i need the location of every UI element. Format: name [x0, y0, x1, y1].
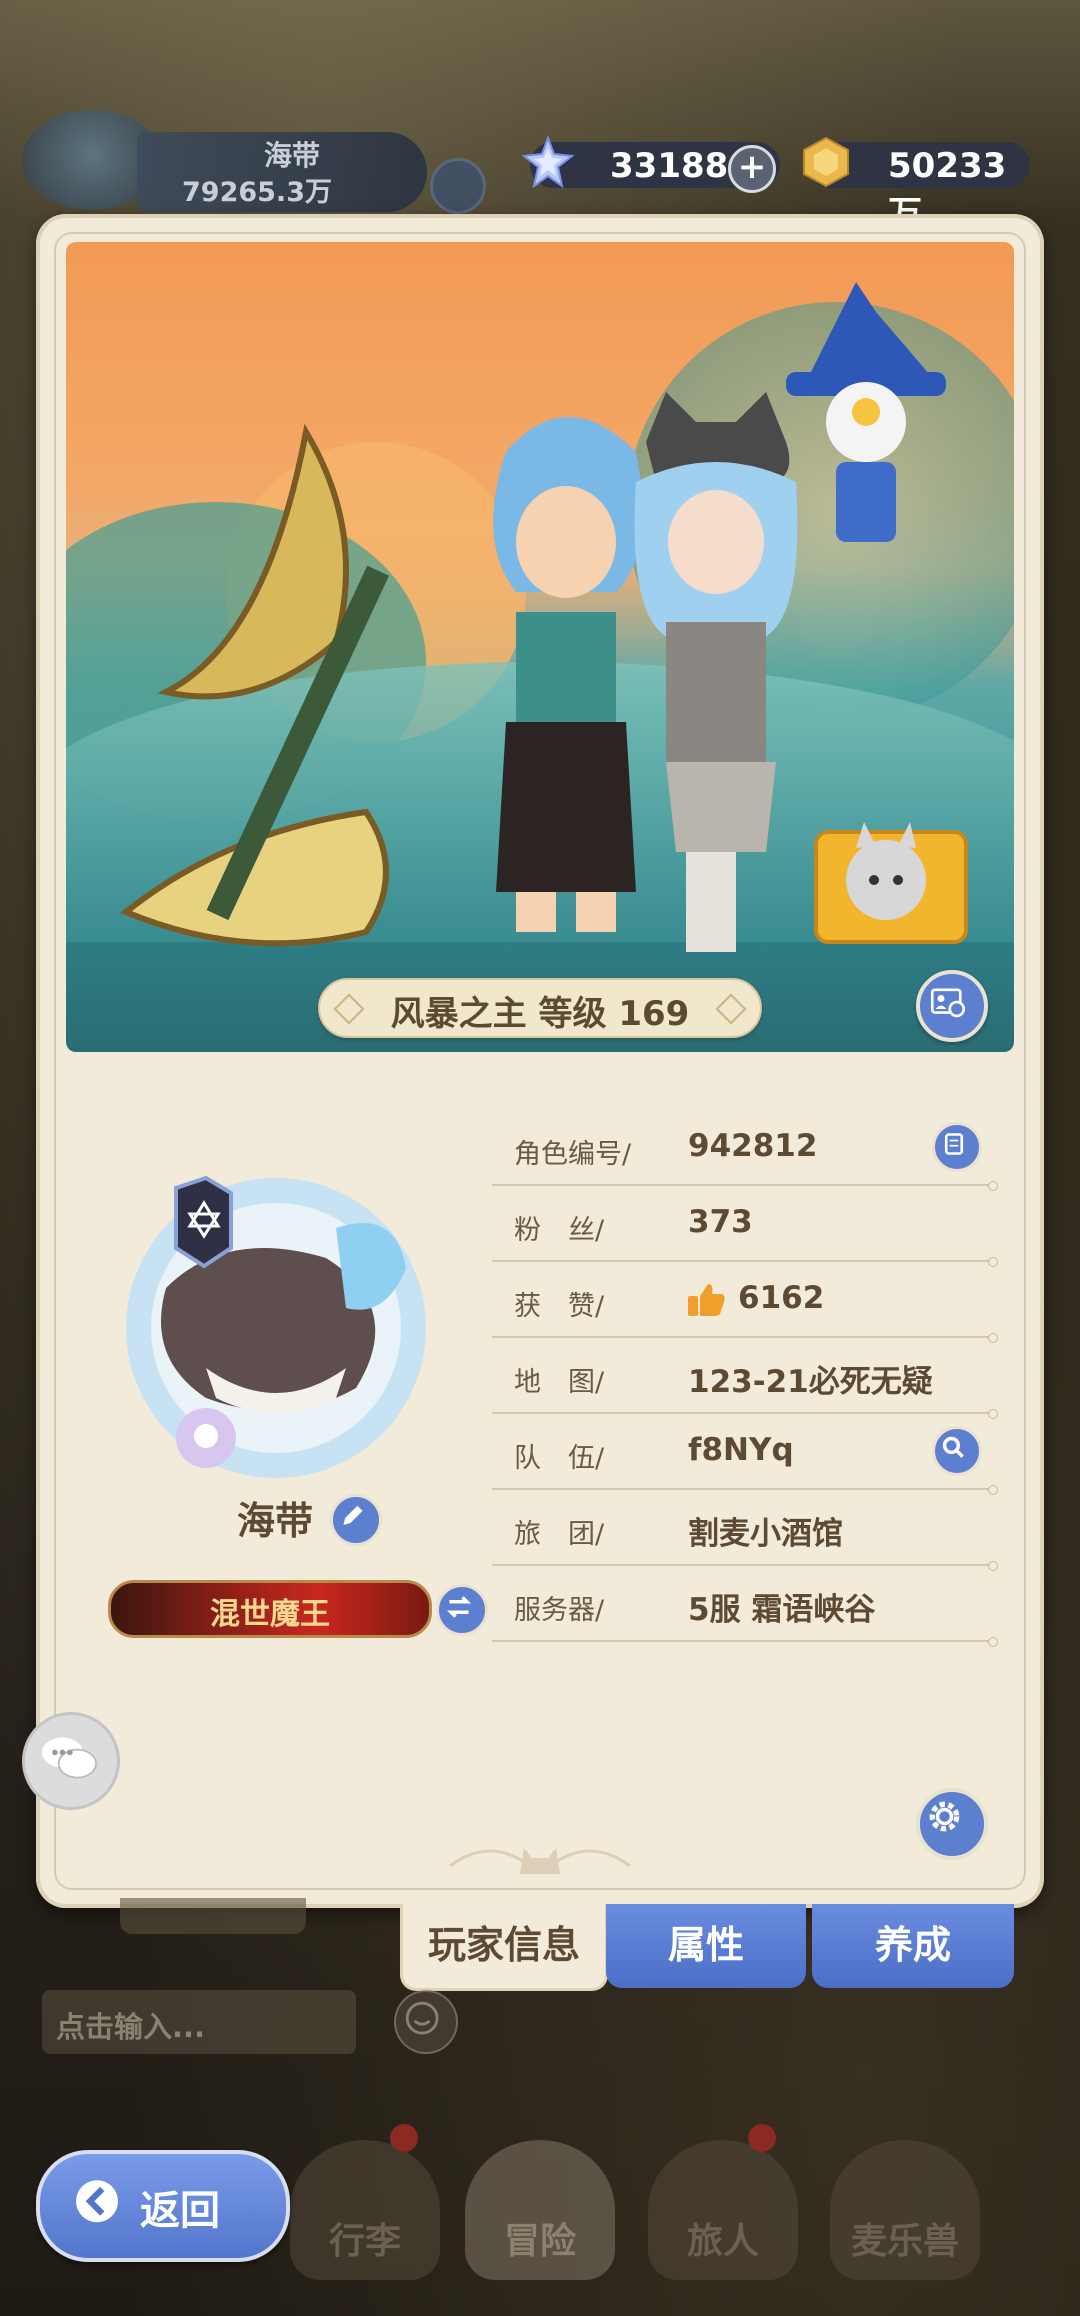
level-value: 169: [618, 994, 690, 1034]
companion-character-art: [634, 392, 798, 952]
level-title-pill: 风暴之主 等级 169: [318, 978, 762, 1038]
chat-input[interactable]: 点击输入...: [42, 1990, 356, 2054]
info-row-role-id: 角色编号/ 942812: [492, 1110, 998, 1191]
info-row-server: 服务器/ 5服 霜语峡谷: [492, 1566, 998, 1647]
profile-nickname: 海带: [236, 1499, 313, 1543]
player-portrait: [126, 1175, 426, 1478]
swap-title-button[interactable]: [436, 1584, 488, 1636]
character-showcase: [66, 242, 1014, 1052]
player-chip[interactable]: 海带 79265.3万: [22, 110, 427, 212]
info-row-likes: 获 赞/ 6162: [492, 1262, 998, 1343]
nav-luggage[interactable]: 行李: [290, 2120, 440, 2280]
gold-counter: 50233万: [803, 136, 1030, 234]
badge-dot: [390, 2124, 418, 2152]
info-row-map: 地 图/ 123-21必死无疑: [492, 1338, 998, 1419]
settings-button[interactable]: [916, 1788, 988, 1860]
back-label: 返回: [140, 2188, 220, 2234]
nav-pets[interactable]: 麦乐兽: [830, 2120, 980, 2280]
emoji-icon: [405, 2001, 439, 2035]
chat-button[interactable]: [22, 1712, 120, 1810]
badge-dot: [748, 2124, 776, 2152]
title-badge-text: 混世魔王: [210, 1597, 330, 1632]
swap-icon: [446, 1596, 472, 1618]
search-team-button[interactable]: [932, 1426, 982, 1476]
search-icon: [942, 1436, 964, 1458]
thumb-up-icon: [688, 1284, 725, 1316]
edit-name-button[interactable]: [330, 1494, 382, 1546]
player-title: 风暴之主: [390, 994, 527, 1034]
id-card-button[interactable]: [916, 970, 988, 1042]
cat-ornament-decoration: [449, 1848, 631, 1874]
tab-player-info[interactable]: 玩家信息: [400, 1904, 608, 1991]
copy-icon: [944, 1133, 964, 1155]
chat-icon: [41, 1737, 97, 1779]
nav-adventure[interactable]: 冒险: [465, 2120, 615, 2280]
title-badge[interactable]: 混世魔王: [108, 1580, 432, 1638]
back-arrow-icon: [76, 2180, 118, 2223]
player-name: 海带: [263, 139, 320, 172]
player-power: 79265.3万: [182, 177, 332, 208]
settings-icon: [929, 1801, 960, 1832]
plus-icon[interactable]: +: [728, 145, 776, 193]
gold-icon: [803, 136, 849, 188]
scythe-weapon-art: [120, 423, 389, 947]
crystal-icon: [521, 135, 575, 189]
chat-placeholder: 点击输入...: [56, 2010, 206, 2044]
info-row-guild: 旅 团/ 割麦小酒馆: [492, 1490, 998, 1571]
cat-chest-pet-art: [814, 822, 968, 944]
witch-pet-art: [786, 282, 946, 542]
tab-training[interactable]: 养成: [812, 1904, 1014, 1988]
tab-attributes[interactable]: 属性: [606, 1904, 806, 1988]
emoji-button[interactable]: [394, 1990, 458, 2054]
crown-icon[interactable]: [430, 158, 486, 214]
back-button[interactable]: 返回: [36, 2150, 290, 2262]
id-card-icon: [930, 988, 966, 1018]
info-row-fans: 粉 丝/ 373: [492, 1186, 998, 1267]
level-label: 等级: [538, 994, 607, 1034]
copy-id-button[interactable]: [932, 1122, 982, 1172]
background-chip: [120, 1898, 306, 1934]
nav-traveler[interactable]: 旅人: [648, 2120, 798, 2280]
info-row-team: 队 伍/ f8NYq: [492, 1414, 998, 1495]
edit-icon: [343, 1505, 363, 1525]
crystal-value: 33188: [610, 146, 729, 186]
